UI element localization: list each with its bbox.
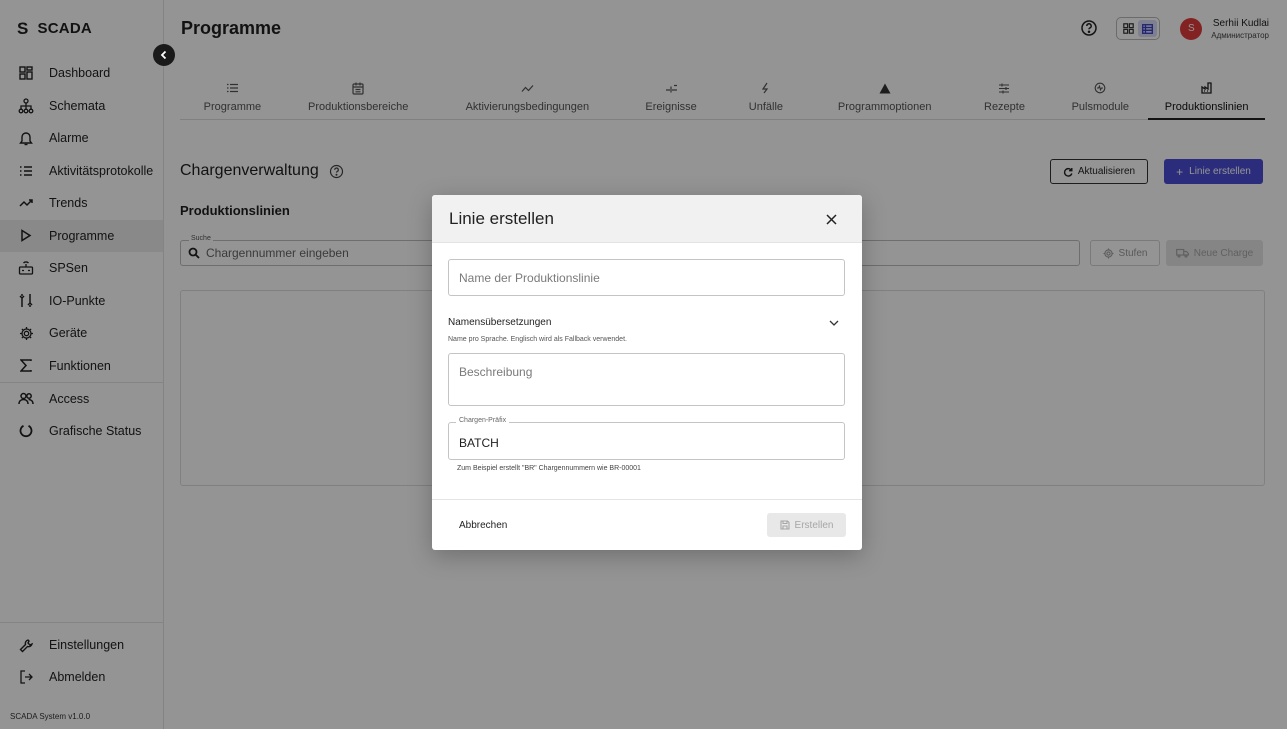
line-name-field[interactable]: Name der Produktionslinie <box>448 259 845 296</box>
dialog-header: Linie erstellen <box>432 195 862 243</box>
cancel-button[interactable]: Abbrechen <box>459 520 507 531</box>
batch-prefix-field[interactable]: Chargen-Präfix BATCH <box>448 417 845 460</box>
translations-hint: Name pro Sprache. Englisch wird als Fall… <box>448 336 627 343</box>
dialog-title: Linie erstellen <box>449 208 554 228</box>
batch-prefix-hint: Zum Beispiel erstellt "BR" Chargennummer… <box>457 465 641 472</box>
dialog-body: Name der Produktionslinie Namensübersetz… <box>432 243 862 472</box>
close-icon[interactable] <box>822 210 840 228</box>
chevron-left-icon <box>160 50 167 60</box>
translations-toggle[interactable]: Namensübersetzungen <box>448 317 845 328</box>
create-button-label: Erstellen <box>794 519 834 531</box>
line-name-placeholder: Name der Produktionslinie <box>459 270 600 285</box>
batch-prefix-value: BATCH <box>459 436 499 450</box>
dialog-footer: Abbrechen Erstellen <box>432 499 862 550</box>
description-field[interactable]: Beschreibung <box>448 353 845 406</box>
batch-prefix-legend: Chargen-Präfix <box>456 417 510 424</box>
description-placeholder: Beschreibung <box>459 365 533 379</box>
sidebar-collapse-button[interactable] <box>153 44 175 66</box>
create-line-dialog: Linie erstellen Name der Produktionslini… <box>432 195 862 550</box>
chevron-down-icon <box>829 320 839 326</box>
translations-title: Namensübersetzungen <box>448 317 552 328</box>
create-button[interactable]: Erstellen <box>767 513 846 537</box>
save-icon <box>779 520 790 530</box>
